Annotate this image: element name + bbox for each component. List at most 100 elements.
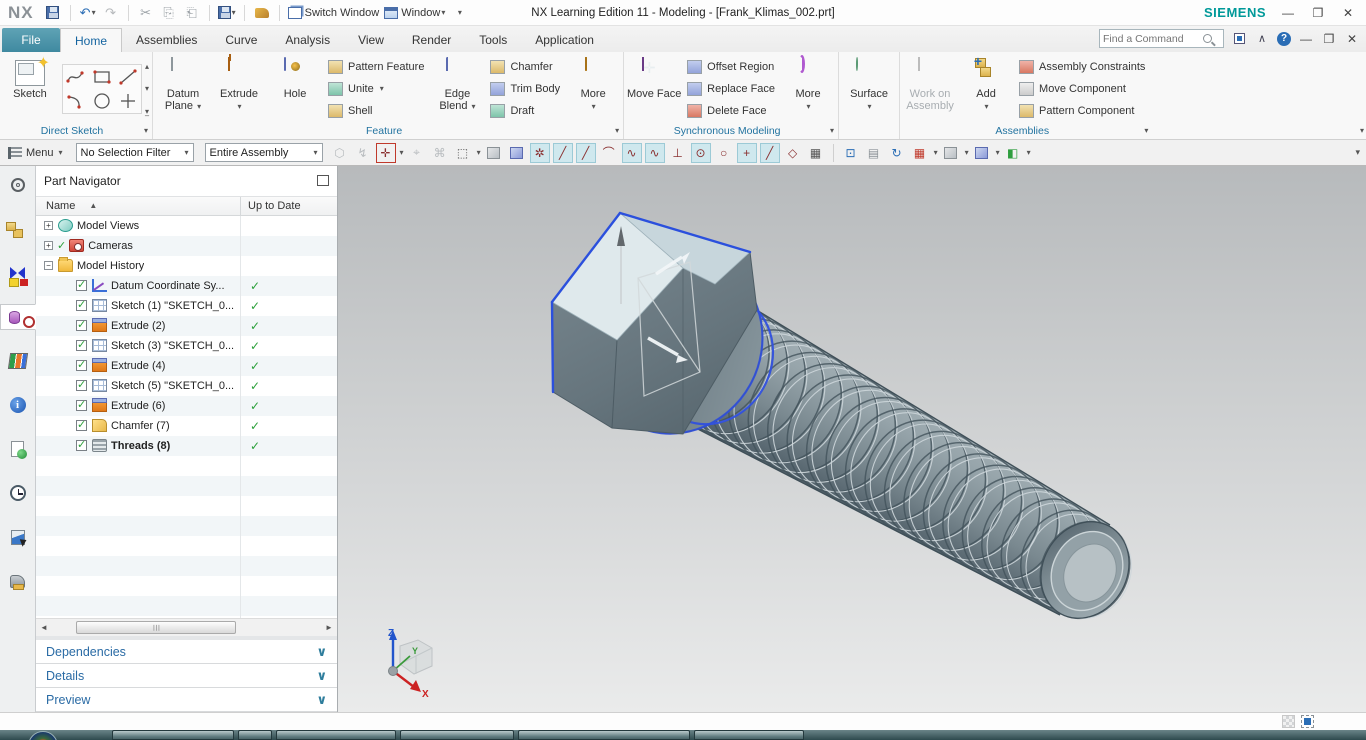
- manufacturing-wizard-icon[interactable]: [3, 568, 33, 594]
- restore-document-button[interactable]: ❐: [1321, 32, 1337, 46]
- pattern-component-button[interactable]: Pattern Component: [1014, 100, 1150, 122]
- tree-expander[interactable]: +: [44, 241, 53, 250]
- marquee-select-icon[interactable]: ⬚: [453, 143, 473, 163]
- snap-point-on-curve-icon[interactable]: ╱: [760, 143, 780, 163]
- snap-curve-icon[interactable]: ⌒: [599, 143, 619, 163]
- select-body-icon[interactable]: ⬡: [330, 143, 350, 163]
- restore-button[interactable]: ❐: [1310, 6, 1326, 20]
- work-on-assembly-button[interactable]: Work on Assembly: [902, 53, 958, 125]
- delete-face-button[interactable]: Delete Face: [682, 100, 780, 122]
- ribbon-options-caret[interactable]: ▾: [1360, 126, 1364, 135]
- group-dialog-caret[interactable]: ▾: [1144, 126, 1148, 135]
- tree-row[interactable]: Chamfer (7)✓: [36, 416, 337, 436]
- start-orb-icon[interactable]: [28, 731, 58, 740]
- group-dialog-caret[interactable]: ▾: [144, 126, 148, 135]
- tab-tools[interactable]: Tools: [465, 28, 521, 52]
- menu-button[interactable]: Menu▾: [6, 145, 69, 161]
- snap-enable-icon[interactable]: ✲: [530, 143, 550, 163]
- tree-column-header[interactable]: Name ▲ Up to Date: [36, 196, 337, 216]
- snap-point-on-face-icon[interactable]: ◇: [783, 143, 803, 163]
- tab-view[interactable]: View: [344, 28, 398, 52]
- tab-home[interactable]: Home: [60, 28, 122, 52]
- tab-file[interactable]: File: [2, 28, 60, 52]
- snap-arc-center-icon[interactable]: ⊙: [691, 143, 711, 163]
- scroll-left-arrow[interactable]: ◄: [36, 623, 52, 632]
- tab-application[interactable]: Application: [521, 28, 608, 52]
- feature-checkbox[interactable]: [76, 360, 87, 371]
- solid-body-icon[interactable]: [484, 143, 504, 163]
- undo-button[interactable]: ↶▾: [79, 4, 97, 22]
- window-menu-button[interactable]: Window▾: [384, 4, 445, 22]
- palette-expand-button[interactable]: ▾̲: [145, 107, 149, 116]
- roles-gear-icon[interactable]: [3, 172, 33, 198]
- feature-checkbox[interactable]: [76, 320, 87, 331]
- tree-row[interactable]: Sketch (5) "SKETCH_0...✓: [36, 376, 337, 396]
- switch-window-button[interactable]: Switch Window: [288, 4, 380, 22]
- unite-button[interactable]: Unite▾: [323, 78, 429, 100]
- profile-tool-button[interactable]: [63, 65, 89, 89]
- toolbar-options-caret[interactable]: ▾: [1355, 147, 1360, 158]
- reuse-library-icon[interactable]: [3, 348, 33, 374]
- tab-render[interactable]: Render: [398, 28, 465, 52]
- hole-button[interactable]: Hole: [267, 53, 323, 125]
- column-name[interactable]: Name: [36, 200, 75, 212]
- close-button[interactable]: ✕: [1340, 6, 1356, 20]
- point-tool-button[interactable]: [115, 89, 141, 113]
- tab-curve[interactable]: Curve: [211, 28, 271, 52]
- selection-dialog-button[interactable]: [1231, 31, 1247, 47]
- group-dialog-caret[interactable]: ▾: [615, 126, 619, 135]
- refresh-icon[interactable]: ↻: [887, 143, 907, 163]
- viewport-3d[interactable]: Z X Y: [338, 166, 1366, 712]
- copy-button[interactable]: ⎘: [160, 4, 178, 22]
- constraint-navigator-icon[interactable]: [3, 260, 33, 286]
- render-style-icon[interactable]: [941, 143, 961, 163]
- tree-row[interactable]: Extrude (6)✓: [36, 396, 337, 416]
- tree-row[interactable]: +✓Cameras: [36, 236, 337, 256]
- column-up-to-date[interactable]: Up to Date: [248, 200, 301, 212]
- tree-row[interactable]: +Model Views: [36, 216, 337, 236]
- process-studio-icon[interactable]: [3, 524, 33, 550]
- orient-view-icon[interactable]: [972, 143, 992, 163]
- background-icon[interactable]: ▤: [864, 143, 884, 163]
- feature-checkbox[interactable]: [76, 300, 87, 311]
- palette-down-button[interactable]: ▾: [145, 84, 149, 93]
- edit-object-display-icon[interactable]: ◧: [1003, 143, 1023, 163]
- move-face-button[interactable]: Move Face: [626, 53, 682, 125]
- tab-assemblies[interactable]: Assemblies: [122, 28, 211, 52]
- tree-row[interactable]: Threads (8)✓: [36, 436, 337, 456]
- tree-expander[interactable]: +: [44, 221, 53, 230]
- tree-row[interactable]: Extrude (2)✓: [36, 316, 337, 336]
- minimize-document-button[interactable]: —: [1298, 32, 1314, 46]
- shell-button[interactable]: Shell: [323, 100, 429, 122]
- feature-more-button[interactable]: More▾: [565, 53, 621, 125]
- sketch-button[interactable]: Sketch: [2, 53, 58, 125]
- snap-grid-icon[interactable]: ▦: [806, 143, 826, 163]
- selection-scope-select[interactable]: Entire Assembly▾: [205, 143, 323, 162]
- assembly-navigator-icon[interactable]: [3, 216, 33, 242]
- repeat-command-button[interactable]: [253, 4, 271, 22]
- trim-body-button[interactable]: Trim Body: [485, 78, 565, 100]
- tile-windows-icon[interactable]: ▦: [910, 143, 930, 163]
- hd3d-tools-icon[interactable]: i: [3, 392, 33, 418]
- move-component-button[interactable]: Move Component: [1014, 78, 1150, 100]
- snap-filter-icon[interactable]: ✛: [376, 143, 396, 163]
- minimize-ribbon-button[interactable]: ∧: [1254, 31, 1270, 47]
- touch-select-icon[interactable]: ⌖: [407, 143, 427, 163]
- cut-button[interactable]: ✂: [137, 4, 155, 22]
- find-command-box[interactable]: [1099, 29, 1224, 48]
- tree-row[interactable]: Sketch (1) "SKETCH_0...✓: [36, 296, 337, 316]
- fit-view-icon[interactable]: ⊡: [841, 143, 861, 163]
- tree-row[interactable]: −Model History: [36, 256, 337, 276]
- taskbar-button[interactable]: [518, 730, 690, 740]
- feature-checkbox[interactable]: [76, 380, 87, 391]
- paste-button[interactable]: ⎗: [183, 4, 201, 22]
- scrollbar-thumb[interactable]: [76, 621, 236, 634]
- taskbar-button[interactable]: [112, 730, 234, 740]
- history-icon[interactable]: [3, 480, 33, 506]
- section-details[interactable]: Details∨: [36, 664, 337, 688]
- section-dependencies[interactable]: Dependencies∨: [36, 640, 337, 664]
- taskbar-button[interactable]: [694, 730, 804, 740]
- replace-face-button[interactable]: Replace Face: [682, 78, 780, 100]
- edge-blend-button[interactable]: Edge Blend ▾: [429, 53, 485, 125]
- snap-quadrant-icon[interactable]: ○: [714, 143, 734, 163]
